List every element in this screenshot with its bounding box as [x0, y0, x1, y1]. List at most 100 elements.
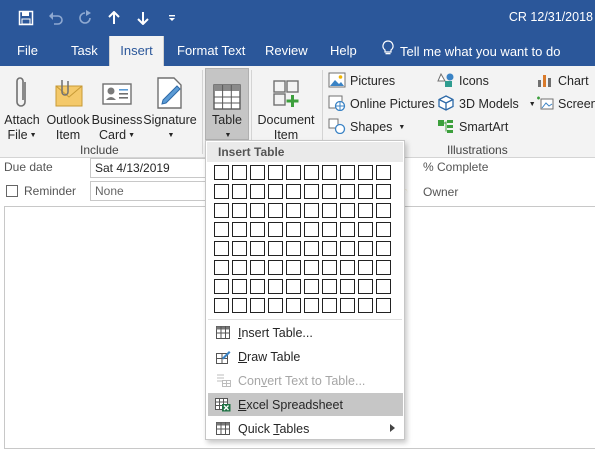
table-grid-cell[interactable]: [250, 222, 265, 237]
table-grid-cell[interactable]: [322, 241, 337, 256]
table-grid-cell[interactable]: [376, 260, 391, 275]
table-grid-cell[interactable]: [340, 203, 355, 218]
table-grid-cell[interactable]: [376, 298, 391, 313]
tab-task[interactable]: Task: [71, 36, 98, 66]
table-grid-cell[interactable]: [232, 241, 247, 256]
online-pictures-button[interactable]: Online Pictures: [328, 93, 435, 115]
signature-button[interactable]: Signature ▼: [142, 70, 198, 143]
pictures-button[interactable]: Pictures: [328, 70, 395, 92]
table-grid-cell[interactable]: [232, 260, 247, 275]
table-grid-cell[interactable]: [322, 222, 337, 237]
table-grid-cell[interactable]: [304, 203, 319, 218]
table-grid-cell[interactable]: [232, 165, 247, 180]
table-grid-cell[interactable]: [268, 260, 283, 275]
table-grid-cell[interactable]: [268, 165, 283, 180]
draw-table-item[interactable]: Draw Table: [208, 345, 403, 368]
table-grid-cell[interactable]: [340, 165, 355, 180]
redo-icon[interactable]: [75, 8, 95, 28]
document-item-button[interactable]: Document Item: [255, 70, 317, 143]
table-grid-cell[interactable]: [286, 298, 301, 313]
table-grid-cell[interactable]: [304, 241, 319, 256]
due-date-field[interactable]: Sat 4/13/2019: [90, 158, 210, 178]
table-grid-cell[interactable]: [358, 222, 373, 237]
table-grid-cell[interactable]: [286, 260, 301, 275]
table-grid-cell[interactable]: [304, 184, 319, 199]
reminder-checkbox[interactable]: [6, 185, 18, 197]
table-grid-cell[interactable]: [286, 165, 301, 180]
table-grid-cell[interactable]: [214, 222, 229, 237]
reminder-date-field[interactable]: None: [90, 181, 210, 201]
table-grid-cell[interactable]: [286, 184, 301, 199]
smartart-button[interactable]: SmartArt: [437, 116, 508, 138]
table-grid-cell[interactable]: [358, 165, 373, 180]
table-grid-cell[interactable]: [340, 260, 355, 275]
table-grid-cell[interactable]: [376, 279, 391, 294]
table-grid-cell[interactable]: [214, 184, 229, 199]
icons-button[interactable]: Icons: [437, 70, 489, 92]
table-grid-cell[interactable]: [322, 279, 337, 294]
table-grid-cell[interactable]: [304, 222, 319, 237]
outlook-item-button[interactable]: Outlook Item: [44, 70, 92, 143]
table-grid-cell[interactable]: [250, 298, 265, 313]
shapes-button[interactable]: Shapes ▼: [328, 116, 405, 138]
table-grid-cell[interactable]: [214, 260, 229, 275]
table-grid-cell[interactable]: [322, 203, 337, 218]
table-grid-cell[interactable]: [232, 203, 247, 218]
table-grid-cell[interactable]: [322, 298, 337, 313]
table-button-content[interactable]: Table ▼: [206, 70, 248, 143]
table-grid-cell[interactable]: [268, 241, 283, 256]
table-grid-cell[interactable]: [250, 165, 265, 180]
table-grid-cell[interactable]: [214, 165, 229, 180]
table-grid-cell[interactable]: [358, 298, 373, 313]
table-grid-cell[interactable]: [268, 184, 283, 199]
tab-insert[interactable]: Insert: [109, 36, 164, 66]
table-grid-cell[interactable]: [232, 279, 247, 294]
table-grid-cell[interactable]: [268, 279, 283, 294]
table-grid-cell[interactable]: [340, 241, 355, 256]
table-grid-cell[interactable]: [304, 298, 319, 313]
quick-tables-item[interactable]: Quick Tables: [208, 417, 403, 440]
chart-button[interactable]: Chart: [536, 70, 589, 92]
excel-spreadsheet-item[interactable]: Excel Spreadsheet: [208, 393, 403, 416]
table-grid-cell[interactable]: [322, 165, 337, 180]
table-grid-cell[interactable]: [340, 222, 355, 237]
table-grid-cell[interactable]: [214, 241, 229, 256]
table-grid-cell[interactable]: [214, 203, 229, 218]
table-grid-cell[interactable]: [376, 165, 391, 180]
table-grid-cell[interactable]: [376, 203, 391, 218]
table-grid-cell[interactable]: [358, 241, 373, 256]
table-grid-cell[interactable]: [286, 203, 301, 218]
save-icon[interactable]: [16, 8, 36, 28]
table-grid-cell[interactable]: [286, 222, 301, 237]
tab-help[interactable]: Help: [330, 36, 357, 66]
table-grid-cell[interactable]: [376, 184, 391, 199]
table-grid-cell[interactable]: [268, 203, 283, 218]
table-grid-cell[interactable]: [250, 184, 265, 199]
table-grid-cell[interactable]: [268, 298, 283, 313]
table-grid-cell[interactable]: [304, 260, 319, 275]
table-grid-cell[interactable]: [268, 222, 283, 237]
table-grid-cell[interactable]: [358, 279, 373, 294]
screenshot-button[interactable]: Screens: [536, 93, 595, 115]
table-grid-cell[interactable]: [340, 184, 355, 199]
table-grid-cell[interactable]: [214, 279, 229, 294]
table-grid-cell[interactable]: [232, 298, 247, 313]
tab-review[interactable]: Review: [265, 36, 308, 66]
table-grid-cell[interactable]: [358, 260, 373, 275]
move-down-icon[interactable]: [133, 8, 153, 28]
table-grid-cell[interactable]: [340, 298, 355, 313]
table-size-grid[interactable]: [214, 165, 391, 313]
undo-icon[interactable]: [46, 8, 66, 28]
table-grid-cell[interactable]: [232, 184, 247, 199]
3d-models-button[interactable]: 3D Models ▼: [437, 93, 536, 115]
tell-me-search[interactable]: Tell me what you want to do: [382, 36, 560, 66]
table-grid-cell[interactable]: [358, 203, 373, 218]
table-grid-cell[interactable]: [304, 279, 319, 294]
table-grid-cell[interactable]: [250, 241, 265, 256]
insert-table-item[interactable]: Insert Table...: [208, 321, 403, 344]
table-grid-cell[interactable]: [376, 222, 391, 237]
business-card-button[interactable]: Business Card ▼: [92, 70, 142, 143]
table-grid-cell[interactable]: [286, 241, 301, 256]
customize-qat-icon[interactable]: [162, 8, 182, 28]
table-grid-cell[interactable]: [358, 184, 373, 199]
